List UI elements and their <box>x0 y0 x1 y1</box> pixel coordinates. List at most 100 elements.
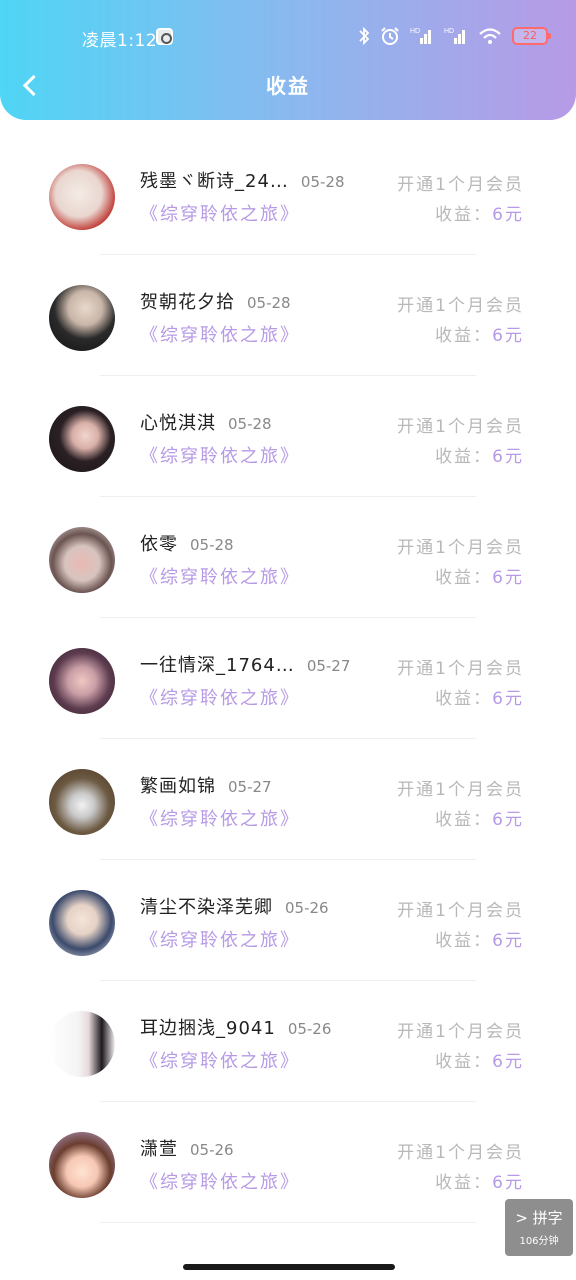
earning: 收益：6元 <box>435 321 524 346</box>
earning-amount: 6元 <box>492 447 524 467</box>
vip-description: 开通1个月会员 <box>397 659 524 679</box>
date: 05-27 <box>306 657 351 675</box>
notification-app-icon <box>156 28 173 45</box>
bluetooth-icon <box>358 26 370 46</box>
list-item[interactable]: 繁画如锦 05-27 《综穿聆依之旅》 开通1个月会员 收益：6元 <box>0 739 576 860</box>
earning-amount: 6元 <box>492 326 524 346</box>
avatar <box>49 769 115 835</box>
user-name: 贺朝花夕拾 <box>140 292 235 313</box>
book-title: 《综穿聆依之旅》 <box>140 930 300 951</box>
signal-hd-icon: HD <box>410 26 434 46</box>
divider <box>100 1222 476 1223</box>
earning-amount: 6元 <box>492 931 524 951</box>
avatar <box>49 890 115 956</box>
home-indicator[interactable] <box>183 1264 395 1270</box>
book-title: 《综穿聆依之旅》 <box>140 1172 300 1193</box>
avatar <box>49 285 115 351</box>
earning: 收益：6元 <box>435 442 524 467</box>
battery-icon: 22 <box>512 27 551 45</box>
earning-amount: 6元 <box>492 205 524 225</box>
date: 05-28 <box>300 173 345 191</box>
earning-label: 收益： <box>435 568 493 588</box>
earning-label: 收益： <box>435 810 493 830</box>
book-title: 《综穿聆依之旅》 <box>140 204 300 225</box>
vip-description: 开通1个月会员 <box>397 296 524 316</box>
earning: 收益：6元 <box>435 684 524 709</box>
user-name: 繁画如锦 <box>140 776 216 797</box>
earning: 收益：6元 <box>435 926 524 951</box>
date: 05-28 <box>228 415 272 433</box>
earning-amount: 6元 <box>492 1173 524 1193</box>
vip-description: 开通1个月会员 <box>397 780 524 800</box>
vip-description: 开通1个月会员 <box>397 1143 524 1163</box>
earning-label: 收益： <box>435 205 493 225</box>
avatar <box>49 1132 115 1198</box>
ime-sub-label: 106分钟 <box>519 1236 559 1247</box>
list-item[interactable]: 贺朝花夕拾 05-28 《综穿聆依之旅》 开通1个月会员 收益：6元 <box>0 255 576 376</box>
vip-description: 开通1个月会员 <box>397 417 524 437</box>
list-item[interactable]: 清尘不染泽芜卿 05-26 《综穿聆依之旅》 开通1个月会员 收益：6元 <box>0 860 576 981</box>
earning-amount: 6元 <box>492 810 524 830</box>
avatar <box>49 527 115 593</box>
user-name: 清尘不染泽芜卿 <box>140 897 273 918</box>
date: 05-26 <box>287 1020 332 1038</box>
earning-label: 收益： <box>435 931 493 951</box>
earning-amount: 6元 <box>492 1052 524 1072</box>
earning-label: 收益： <box>435 326 493 346</box>
vip-description: 开通1个月会员 <box>397 538 524 558</box>
earning-label: 收益： <box>435 689 493 709</box>
date: 05-27 <box>228 778 272 796</box>
book-title: 《综穿聆依之旅》 <box>140 809 300 830</box>
status-bar: 凌晨1:12 HD HD 22 <box>0 20 576 56</box>
earning-amount: 6元 <box>492 568 524 588</box>
list-item[interactable]: 潇萱 05-26 《综穿聆依之旅》 开通1个月会员 收益：6元 <box>0 1102 576 1223</box>
page-title: 收益 <box>266 74 310 98</box>
user-name: 潇萱 <box>140 1139 178 1160</box>
ime-pinyin-button[interactable]: > 拼字 106分钟 <box>505 1199 573 1256</box>
date: 05-28 <box>190 536 234 554</box>
vip-description: 开通1个月会员 <box>397 901 524 921</box>
earnings-list: 残墨ヾ断诗_24… 05-28 《综穿聆依之旅》 开通1个月会员 收益：6元 贺… <box>0 134 576 1223</box>
status-time: 凌晨1:12 <box>82 31 158 51</box>
wifi-icon <box>478 26 502 46</box>
list-item[interactable]: 残墨ヾ断诗_24… 05-28 《综穿聆依之旅》 开通1个月会员 收益：6元 <box>0 134 576 255</box>
signal-hd-icon-2: HD <box>444 26 468 46</box>
book-title: 《综穿聆依之旅》 <box>140 688 300 709</box>
svg-text:HD: HD <box>410 28 420 35</box>
date: 05-26 <box>285 899 329 917</box>
user-name: 依零 <box>140 534 178 555</box>
earning-label: 收益： <box>435 1173 493 1193</box>
book-title: 《综穿聆依之旅》 <box>140 1051 300 1072</box>
book-title: 《综穿聆依之旅》 <box>140 446 300 467</box>
user-name: 残墨ヾ断诗_24… <box>140 171 289 192</box>
earning: 收益：6元 <box>435 1168 524 1193</box>
earning-label: 收益： <box>435 447 493 467</box>
book-title: 《综穿聆依之旅》 <box>140 325 300 346</box>
book-title: 《综穿聆依之旅》 <box>140 567 300 588</box>
user-name: 耳边捆浅_9041 <box>140 1018 276 1039</box>
list-item[interactable]: 心悦淇淇 05-28 《综穿聆依之旅》 开通1个月会员 收益：6元 <box>0 376 576 497</box>
alarm-icon <box>380 26 400 46</box>
vip-description: 开通1个月会员 <box>397 1022 524 1042</box>
status-icons: HD HD 22 <box>358 26 551 46</box>
earning: 收益：6元 <box>435 563 524 588</box>
list-item[interactable]: 耳边捆浅_9041 05-26 《综穿聆依之旅》 开通1个月会员 收益：6元 <box>0 981 576 1102</box>
ime-label: > 拼字 <box>515 1209 563 1227</box>
date: 05-26 <box>190 1141 234 1159</box>
list-item[interactable]: 依零 05-28 《综穿聆依之旅》 开通1个月会员 收益：6元 <box>0 497 576 618</box>
vip-description: 开通1个月会员 <box>397 175 524 195</box>
earning-label: 收益： <box>435 1052 493 1072</box>
earning: 收益：6元 <box>435 200 524 225</box>
date: 05-28 <box>247 294 291 312</box>
earning-amount: 6元 <box>492 689 524 709</box>
user-name: 心悦淇淇 <box>140 413 216 434</box>
earning: 收益：6元 <box>435 805 524 830</box>
app-header: 凌晨1:12 HD HD 22 收益 <box>0 0 576 120</box>
avatar <box>49 1011 115 1077</box>
avatar <box>49 406 115 472</box>
svg-text:HD: HD <box>444 28 454 35</box>
earning: 收益：6元 <box>435 1047 524 1072</box>
avatar <box>49 648 115 714</box>
list-item[interactable]: 一往情深_1764… 05-27 《综穿聆依之旅》 开通1个月会员 收益：6元 <box>0 618 576 739</box>
user-name: 一往情深_1764… <box>140 655 295 676</box>
